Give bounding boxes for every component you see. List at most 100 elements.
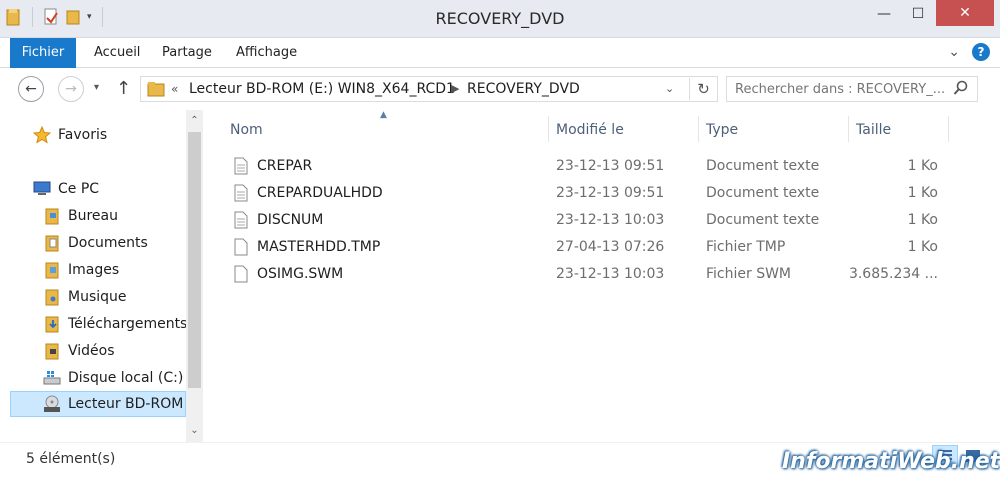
blank-file-icon [234,238,248,256]
breadcrumb-drive[interactable]: Lecteur BD-ROM (E:) WIN8_X64_RCD1 [189,81,455,97]
file-size: 3.685.234 ... [848,266,938,282]
file-type: Document texte [706,212,820,228]
nav-label: Images [68,262,120,278]
nav-label: Lecteur BD-ROM [68,396,184,412]
chevron-down-icon[interactable]: ⌄ [665,82,674,95]
text-file-icon [234,184,248,202]
pictures-folder-icon [42,260,62,280]
file-modified: 23-12-13 10:03 [556,266,665,282]
column-header-modified[interactable]: Modifié le [556,118,624,142]
music-folder-icon [42,287,62,307]
column-divider[interactable] [948,116,949,142]
column-divider[interactable] [548,116,549,142]
file-name: DISCNUM [257,212,324,228]
column-header-type[interactable]: Type [706,118,738,142]
file-modified: 23-12-13 10:03 [556,212,665,228]
nav-label: Musique [68,289,127,305]
expand-ribbon-icon[interactable]: ⌄ [948,44,960,60]
item-count: 5 élément(s) [26,451,116,467]
nav-documents[interactable]: Documents [42,230,148,256]
breadcrumb-overflow[interactable]: « [171,82,178,96]
scroll-up-button[interactable]: ⌃ [186,112,203,130]
watermark-logo: InformatiWeb.net [782,449,1000,474]
window-title: RECOVERY_DVD [435,9,565,28]
scroll-down-button[interactable]: ⌄ [186,422,203,440]
nav-ce-pc[interactable]: Ce PC [32,176,99,202]
nav-label: Favoris [58,127,108,143]
column-divider[interactable] [698,116,699,142]
nav-disque-local[interactable]: Disque local (C:) [42,365,183,391]
desktop-folder-icon [42,206,62,226]
table-row[interactable]: MASTERHDD.TMP 27-04-13 07:26 Fichier TMP… [228,234,948,260]
refresh-button[interactable]: ↻ [689,78,717,100]
nav-label: Disque local (C:) [68,370,184,386]
file-type: Fichier SWM [706,266,792,282]
table-row[interactable]: CREPAR 23-12-13 09:51 Document texte 1 K… [228,153,948,179]
minimize-button[interactable]: — [868,0,900,28]
help-button[interactable]: ? [972,43,990,61]
address-bar[interactable]: « Lecteur BD-ROM (E:) WIN8_X64_RCD1 ▶ RE… [140,76,718,102]
file-size: 1 Ko [907,239,938,255]
ribbon: Fichier Accueil Partage Affichage ⌄ ? [0,38,1000,68]
tab-affichage[interactable]: Affichage [226,38,307,68]
back-button[interactable]: ← [18,76,44,102]
file-modified: 23-12-13 09:51 [556,185,665,201]
forward-button[interactable]: → [58,76,84,102]
file-type: Fichier TMP [706,239,786,255]
navigation-bar: ← → ▾ ↑ « Lecteur BD-ROM (E:) WIN8_X64_R… [0,68,1000,110]
table-row[interactable]: OSIMG.SWM 23-12-13 10:03 Fichier SWM 3.6… [228,261,948,287]
nav-label: Ce PC [58,181,100,197]
text-file-icon [234,157,248,175]
file-name: CREPAR [257,158,313,174]
file-size: 1 Ko [907,158,938,174]
file-type: Document texte [706,185,820,201]
up-button[interactable]: ↑ [116,78,131,99]
star-icon [32,125,52,145]
file-size: 1 Ko [907,212,938,228]
file-list: ▲ Nom Modifié le Type Taille CREPAR 23-1… [204,110,1000,440]
folder-icon [147,82,165,97]
tab-accueil[interactable]: Accueil [84,38,150,68]
tab-fichier[interactable]: Fichier [10,38,76,68]
nav-label: Bureau [68,208,118,224]
bd-rom-drive-icon [42,394,62,414]
videos-folder-icon [42,341,62,361]
title-bar: ▾ RECOVERY_DVD — ☐ ✕ [0,0,1000,38]
close-button[interactable]: ✕ [936,0,994,26]
search-input[interactable] [735,80,947,98]
column-header-size[interactable]: Taille [856,118,891,142]
nav-favoris[interactable]: Favoris [32,122,107,148]
nav-images[interactable]: Images [42,257,119,283]
ribbon-controls: ⌄ ? [948,43,990,61]
table-row[interactable]: DISCNUM 23-12-13 10:03 Document texte 1 … [228,207,948,233]
column-divider[interactable] [848,116,849,142]
computer-icon [32,179,52,199]
column-header-name[interactable]: Nom [230,118,263,142]
nav-label: Téléchargements [68,316,188,332]
file-modified: 27-04-13 07:26 [556,239,665,255]
nav-telechargements[interactable]: Téléchargements [42,311,187,337]
breadcrumb-folder[interactable]: RECOVERY_DVD [467,81,580,97]
file-modified: 23-12-13 09:51 [556,158,665,174]
nav-label: Documents [68,235,148,251]
downloads-folder-icon [42,314,62,334]
table-row[interactable]: CREPARDUALHDD 23-12-13 09:51 Document te… [228,180,948,206]
nav-bureau[interactable]: Bureau [42,203,118,229]
nav-musique[interactable]: Musique [42,284,127,310]
file-name: MASTERHDD.TMP [257,239,381,255]
tab-partage[interactable]: Partage [152,38,222,68]
documents-folder-icon [42,233,62,253]
maximize-button[interactable]: ☐ [902,0,934,28]
scrollbar-thumb[interactable] [188,132,201,388]
navigation-pane: Favoris Ce PC Bureau Documents Images Mu… [0,110,187,440]
recent-locations-dropdown[interactable]: ▾ [94,82,99,93]
search-box[interactable] [726,76,978,102]
search-icon[interactable] [953,80,969,96]
chevron-right-icon[interactable]: ▶ [451,82,459,95]
nav-scrollbar[interactable]: ⌃ ⌄ [186,110,203,442]
nav-lecteur-bd-rom[interactable]: Lecteur BD-ROM [10,391,186,417]
nav-videos[interactable]: Vidéos [42,338,115,364]
file-type: Document texte [706,158,820,174]
arrow-left-icon: ← [25,81,37,97]
arrow-right-icon: → [65,81,77,97]
